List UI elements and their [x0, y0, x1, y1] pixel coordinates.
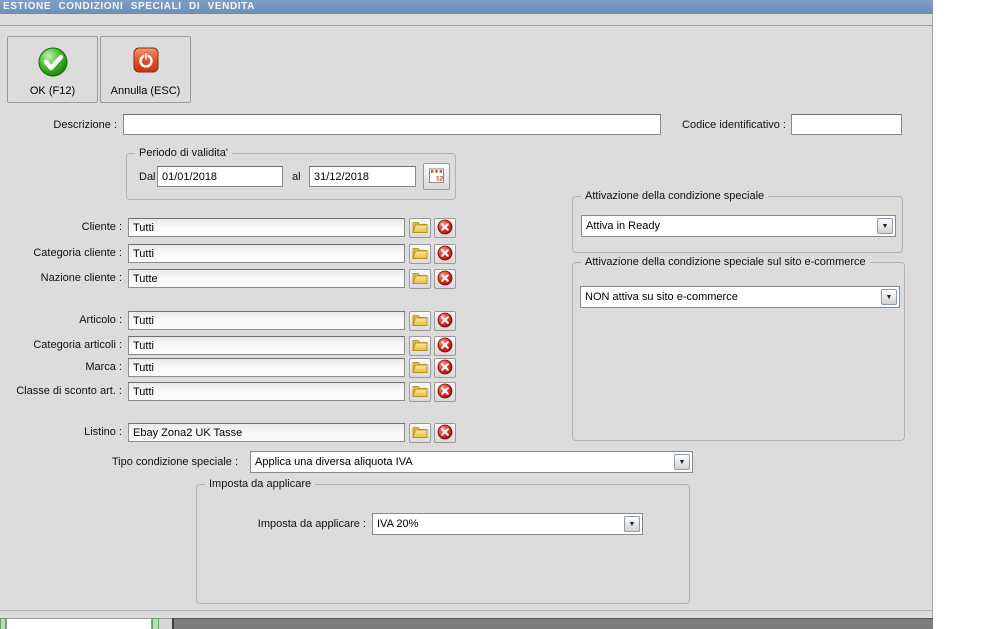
articolo-browse-button[interactable] — [409, 311, 431, 331]
cancel-button-label: Annulla (ESC) — [110, 85, 181, 97]
ok-button[interactable]: OK (F12) — [7, 36, 98, 103]
folder-icon — [412, 425, 428, 441]
chevron-down-icon[interactable]: ▼ — [877, 218, 893, 234]
attivazione-ecommerce-groupbox: Attivazione della condizione speciale su… — [572, 256, 905, 441]
folder-icon — [412, 338, 428, 354]
filter-label-classe-sconto: Classe di sconto art. : — [16, 385, 122, 397]
filter-label-nazione-cliente: Nazione cliente : — [40, 272, 122, 284]
filter-value-categoria-cliente[interactable] — [128, 244, 405, 263]
toolbar-divider — [0, 25, 933, 26]
attivazione-group-title: Attivazione della condizione speciale — [581, 190, 769, 202]
calendar-icon: 12 — [428, 167, 445, 187]
dialog-window: ESTIONE CONDIZIONI SPECIALI DI VENDITA O… — [0, 0, 933, 629]
filter-value-nazione-cliente[interactable] — [128, 269, 405, 288]
imposta-group-title: Imposta da applicare — [205, 478, 316, 490]
descrizione-label: Descrizione : — [53, 119, 117, 131]
cancel-power-icon — [132, 46, 160, 77]
categoria-articoli-browse-button[interactable] — [409, 336, 431, 356]
clear-x-icon — [437, 337, 453, 356]
nazione-cliente-browse-button[interactable] — [409, 269, 431, 289]
filter-label-categoria-articoli: Categoria articoli : — [33, 339, 122, 351]
folder-icon — [412, 220, 428, 236]
attivazione-ecommerce-combobox[interactable]: NON attiva su sito e-commerce ▼ — [580, 286, 900, 308]
window-title: ESTIONE CONDIZIONI SPECIALI DI VENDITA — [0, 0, 933, 14]
grid-header-strip — [172, 618, 933, 629]
attivazione-combobox-value: Attiva in Ready — [586, 220, 660, 232]
clear-x-icon — [437, 424, 453, 443]
imposta-groupbox: Imposta da applicare Imposta da applicar… — [196, 478, 690, 604]
imposta-label: Imposta da applicare : — [257, 518, 366, 530]
categoria-cliente-clear-button[interactable] — [434, 244, 456, 264]
grid-cell — [6, 618, 152, 629]
cliente-clear-button[interactable] — [434, 218, 456, 238]
filter-label-marca: Marca : — [85, 361, 122, 373]
al-date-input[interactable] — [309, 166, 416, 187]
filter-label-listino: Listino : — [84, 426, 122, 438]
grid-cell — [159, 618, 172, 629]
attivazione-groupbox: Attivazione della condizione speciale At… — [572, 190, 903, 253]
clear-x-icon — [437, 219, 453, 238]
clear-x-icon — [437, 383, 453, 402]
cancel-button[interactable]: Annulla (ESC) — [100, 36, 191, 103]
screen: ESTIONE CONDIZIONI SPECIALI DI VENDITA O… — [0, 0, 1003, 629]
cliente-browse-button[interactable] — [409, 218, 431, 238]
articolo-clear-button[interactable] — [434, 311, 456, 331]
dal-label: Dal — [139, 171, 156, 183]
attivazione-ecommerce-combobox-value: NON attiva su sito e-commerce — [585, 291, 738, 303]
attivazione-ecommerce-group-title: Attivazione della condizione speciale su… — [581, 256, 870, 268]
filter-label-articolo: Articolo : — [79, 314, 122, 326]
clear-x-icon — [437, 270, 453, 289]
ok-check-icon — [37, 46, 69, 81]
filter-label-categoria-cliente: Categoria cliente : — [33, 247, 122, 259]
filter-value-marca[interactable] — [128, 358, 405, 377]
tipo-condizione-label: Tipo condizione speciale : — [111, 456, 238, 468]
classe-sconto-clear-button[interactable] — [434, 382, 456, 402]
filter-value-classe-sconto[interactable] — [128, 382, 405, 401]
grid-row-indicator — [152, 618, 159, 629]
periodo-groupbox: Periodo di validita' Dal al 12 — [126, 147, 456, 200]
folder-icon — [412, 360, 428, 376]
chevron-down-icon[interactable]: ▼ — [881, 289, 897, 305]
clear-x-icon — [437, 312, 453, 331]
listino-clear-button[interactable] — [434, 423, 456, 443]
marca-browse-button[interactable] — [409, 358, 431, 378]
imposta-combobox[interactable]: IVA 20% ▼ — [372, 513, 643, 535]
folder-icon — [412, 313, 428, 329]
codice-identificativo-label: Codice identificativo : — [682, 119, 786, 131]
listino-browse-button[interactable] — [409, 423, 431, 443]
folder-icon — [412, 384, 428, 400]
periodo-group-title: Periodo di validita' — [135, 147, 232, 159]
dal-date-input[interactable] — [157, 166, 283, 187]
chevron-down-icon[interactable]: ▼ — [674, 454, 690, 470]
marca-clear-button[interactable] — [434, 358, 456, 378]
al-label: al — [292, 171, 301, 183]
nazione-cliente-clear-button[interactable] — [434, 269, 456, 289]
classe-sconto-browse-button[interactable] — [409, 382, 431, 402]
bottom-divider — [0, 610, 933, 611]
ok-button-label: OK (F12) — [29, 85, 76, 97]
clear-x-icon — [437, 245, 453, 264]
calendar-button[interactable]: 12 — [423, 163, 450, 190]
tipo-condizione-combobox[interactable]: Applica una diversa aliquota IVA ▼ — [250, 451, 693, 473]
categoria-articoli-clear-button[interactable] — [434, 336, 456, 356]
tipo-condizione-combobox-value: Applica una diversa aliquota IVA — [255, 456, 413, 468]
filter-label-cliente: Cliente : — [81, 221, 122, 233]
descrizione-input[interactable] — [123, 114, 661, 135]
folder-icon — [412, 246, 428, 262]
clear-x-icon — [437, 359, 453, 378]
categoria-cliente-browse-button[interactable] — [409, 244, 431, 264]
filter-value-listino[interactable] — [128, 423, 405, 442]
attivazione-combobox[interactable]: Attiva in Ready ▼ — [581, 215, 896, 237]
chevron-down-icon[interactable]: ▼ — [624, 516, 640, 532]
folder-icon — [412, 271, 428, 287]
imposta-combobox-value: IVA 20% — [377, 518, 419, 530]
outside-window-area — [934, 0, 1003, 629]
svg-text:12: 12 — [436, 175, 444, 182]
codice-identificativo-input[interactable] — [791, 114, 902, 135]
filter-value-categoria-articoli[interactable] — [128, 336, 405, 355]
filter-value-cliente[interactable] — [128, 218, 405, 237]
filter-value-articolo[interactable] — [128, 311, 405, 330]
